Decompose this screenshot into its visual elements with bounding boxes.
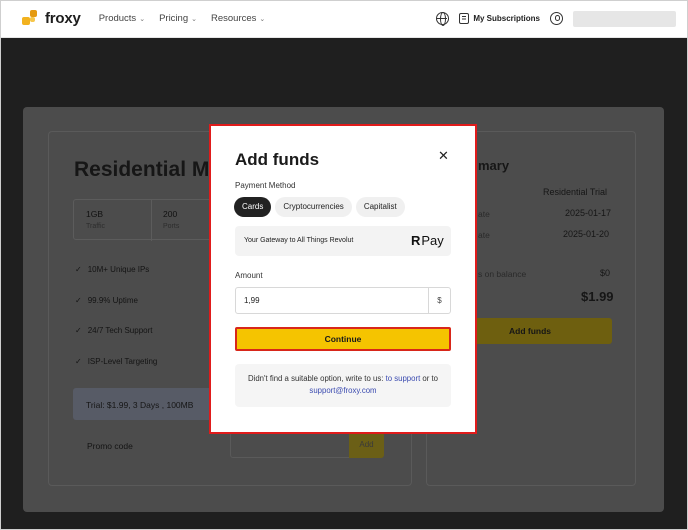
check-icon: ✓ [75, 265, 82, 274]
logo[interactable]: froxy [22, 10, 81, 27]
stat-traffic-label: Traffic [86, 223, 106, 230]
user-icon[interactable] [550, 12, 563, 25]
revolut-pay-logo: R Pay [411, 233, 444, 248]
help-text-or: or to [422, 374, 439, 383]
modal-title: Add funds [235, 150, 320, 169]
summary-balance-label: s on balance [478, 269, 527, 279]
chevron-down-icon: ⌄ [139, 15, 146, 23]
amount-label: Amount [235, 271, 263, 280]
support-link[interactable]: to support [386, 374, 421, 383]
summary-total: $1.99 [581, 289, 614, 304]
feature-item: ✓ ISP-Level Targeting [75, 357, 157, 366]
nav-pricing-label: Pricing [159, 13, 189, 24]
continue-button[interactable]: Continue [235, 327, 451, 351]
chevron-down-icon: ⌄ [191, 15, 197, 23]
froxy-logo-icon [22, 10, 39, 27]
nav-products[interactable]: Products ⌄ [99, 13, 145, 24]
revolut-r-icon: R [411, 233, 421, 248]
help-text: Didn't find a suitable option, write to … [247, 374, 384, 383]
stat-traffic-value: 1GB [86, 209, 104, 219]
promo-add-button[interactable]: Add [349, 432, 384, 458]
stat-divider [151, 200, 152, 241]
feature-label: 99.9% Uptime [87, 296, 138, 305]
my-subscriptions-link[interactable]: My Subscriptions [459, 13, 540, 24]
add-funds-modal: Add funds ✕ Payment Method Cards Cryptoc… [209, 124, 477, 434]
amount-input[interactable]: 1,99 [235, 287, 429, 314]
check-icon: ✓ [75, 326, 82, 335]
plan-title: Residential M [74, 158, 210, 181]
nav-resources[interactable]: Resources ⌄ [211, 13, 265, 24]
check-icon: ✓ [75, 357, 82, 366]
revolut-pay-option[interactable]: Your Gateway to All Things Revolut R Pay [235, 226, 451, 256]
feature-item: ✓ 24/7 Tech Support [75, 326, 153, 335]
nav-products-label: Products [98, 13, 137, 24]
summary-start-date: 2025-01-17 [565, 208, 612, 218]
summary-start-date-label: ate [478, 209, 490, 219]
subscriptions-icon [459, 13, 470, 24]
feature-item: ✓ 10M+ Unique IPs [75, 265, 149, 274]
currency-label: $ [428, 287, 451, 314]
user-email-placeholder[interactable] [573, 10, 676, 27]
close-icon[interactable]: ✕ [438, 149, 449, 163]
globe-icon[interactable] [436, 12, 450, 26]
summary-end-date: 2025-01-20 [563, 229, 610, 239]
revolut-tagline: Your Gateway to All Things Revolut [244, 237, 354, 244]
summary-balance-value: $0 [600, 268, 611, 278]
support-help-box: Didn't find a suitable option, write to … [235, 364, 451, 407]
tab-capitalist[interactable]: Capitalist [355, 197, 405, 217]
trial-info-bar: Trial: $1.99, 3 Days , 100MB [73, 388, 223, 420]
tab-cryptocurrencies[interactable]: Cryptocurrencies [275, 197, 352, 217]
my-subscriptions-label: My Subscriptions [473, 14, 540, 23]
summary-title: mary [478, 158, 510, 173]
stat-ports-label: Ports [163, 223, 180, 230]
support-email-link[interactable]: support@froxy.com [309, 386, 376, 395]
header-actions: My Subscriptions [436, 10, 676, 27]
check-icon: ✓ [75, 296, 82, 305]
feature-item: ✓ 99.9% Uptime [75, 296, 138, 305]
main-nav: Products ⌄ Pricing ⌄ Resources ⌄ [99, 13, 266, 24]
feature-label: 10M+ Unique IPs [87, 265, 150, 274]
top-navigation: froxy Products ⌄ Pricing ⌄ Resources ⌄ My S… [0, 0, 688, 38]
summary-end-date-label: ate [478, 230, 490, 240]
payment-method-tabs: Cards Cryptocurrencies Capitalist [234, 197, 405, 217]
chevron-down-icon: ⌄ [259, 15, 266, 23]
stat-ports-value: 200 [163, 209, 178, 219]
feature-label: 24/7 Tech Support [87, 326, 153, 335]
feature-label: ISP-Level Targeting [87, 357, 158, 366]
promo-code-input[interactable] [230, 432, 350, 458]
logo-text: froxy [45, 10, 81, 27]
nav-pricing[interactable]: Pricing ⌄ [159, 13, 197, 24]
tab-cards[interactable]: Cards [234, 197, 272, 217]
promo-code-label: Promo code [87, 441, 133, 451]
payment-method-label: Payment Method [235, 181, 296, 190]
revolut-pay-text: Pay [421, 233, 444, 248]
summary-plan-name: Residential Trial [543, 187, 608, 197]
nav-resources-label: Resources [210, 13, 257, 24]
